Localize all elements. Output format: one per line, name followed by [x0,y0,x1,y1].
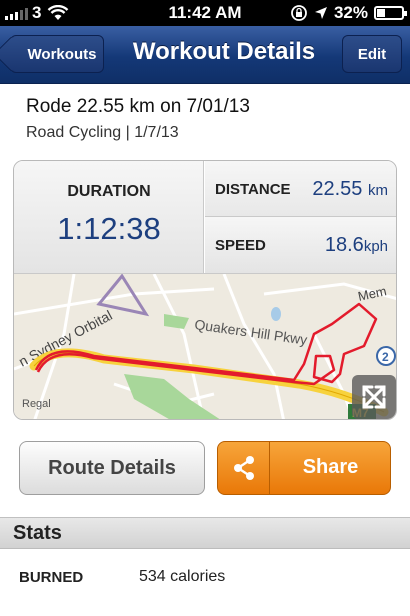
map-route [34,302,378,386]
speed-label: SPEED [215,237,266,254]
stats-row-burned: BURNED 534 calories [0,550,410,616]
share-icon-container [218,442,270,494]
distance-unit: km [368,182,388,199]
lock-rotation-icon [291,5,307,21]
workout-subtitle: Road Cycling | 1/7/13 [26,124,179,141]
share-icon [233,456,254,480]
map-label-mem: Mem [357,283,388,304]
edit-button[interactable]: Edit [342,35,402,73]
battery-percent: 32% [333,3,368,22]
distance-cell: DISTANCE 22.55 km [205,161,396,217]
expand-map-button[interactable] [352,375,396,419]
duration-value: 1:12:38 [57,211,161,246]
share-button-label: Share [302,456,359,478]
map-park [164,314,189,329]
speed-unit: kph [363,238,388,255]
navigation-bar: Workouts Workout Details Edit [0,26,410,84]
stats-title: Stats [13,522,62,544]
back-workouts-button[interactable]: Workouts [10,35,104,73]
speed-number: 18.6 [324,234,364,256]
distance-value: 22.55 km [312,178,388,201]
duration-label: DURATION [67,183,151,200]
speed-cell: SPEED 18.6kph [205,217,396,273]
distance-number: 22.55 [312,178,363,200]
map-park [124,374,220,419]
distance-label: DISTANCE [215,181,291,198]
map-label-route-num: 2 [382,350,389,364]
workout-title: Rode 22.55 km on 7/01/13 [26,96,250,117]
status-bar: 3 11:42 AM 32% [0,0,410,26]
stats-section-header: Stats [0,517,410,549]
map-lake [271,307,281,321]
map-label-quakers: Quakers Hill Pkwy [194,316,309,348]
share-button[interactable]: Share [217,441,391,495]
battery-icon [374,6,407,20]
duration-cell: DURATION 1:12:38 [14,161,204,273]
map-label-regal: Regal [22,398,51,410]
speed-value: 18.6kph [325,234,388,257]
route-map[interactable]: Quakers Hill Pkwy n Sydney Orbital Mem R… [14,273,396,419]
route-details-button[interactable]: Route Details [19,441,205,495]
route-map-graphic: Quakers Hill Pkwy n Sydney Orbital Mem R… [14,274,396,419]
page-title: Workout Details [132,38,316,65]
workout-summary-card: DURATION 1:12:38 DISTANCE 22.55 km SPEED… [13,160,397,420]
back-button-label: Workouts [27,45,97,63]
burned-value: 534 calories [139,568,226,585]
status-right: 32% [290,3,407,23]
expand-icon [362,385,386,409]
burned-label: BURNED [19,569,84,586]
location-arrow-icon [314,7,327,19]
